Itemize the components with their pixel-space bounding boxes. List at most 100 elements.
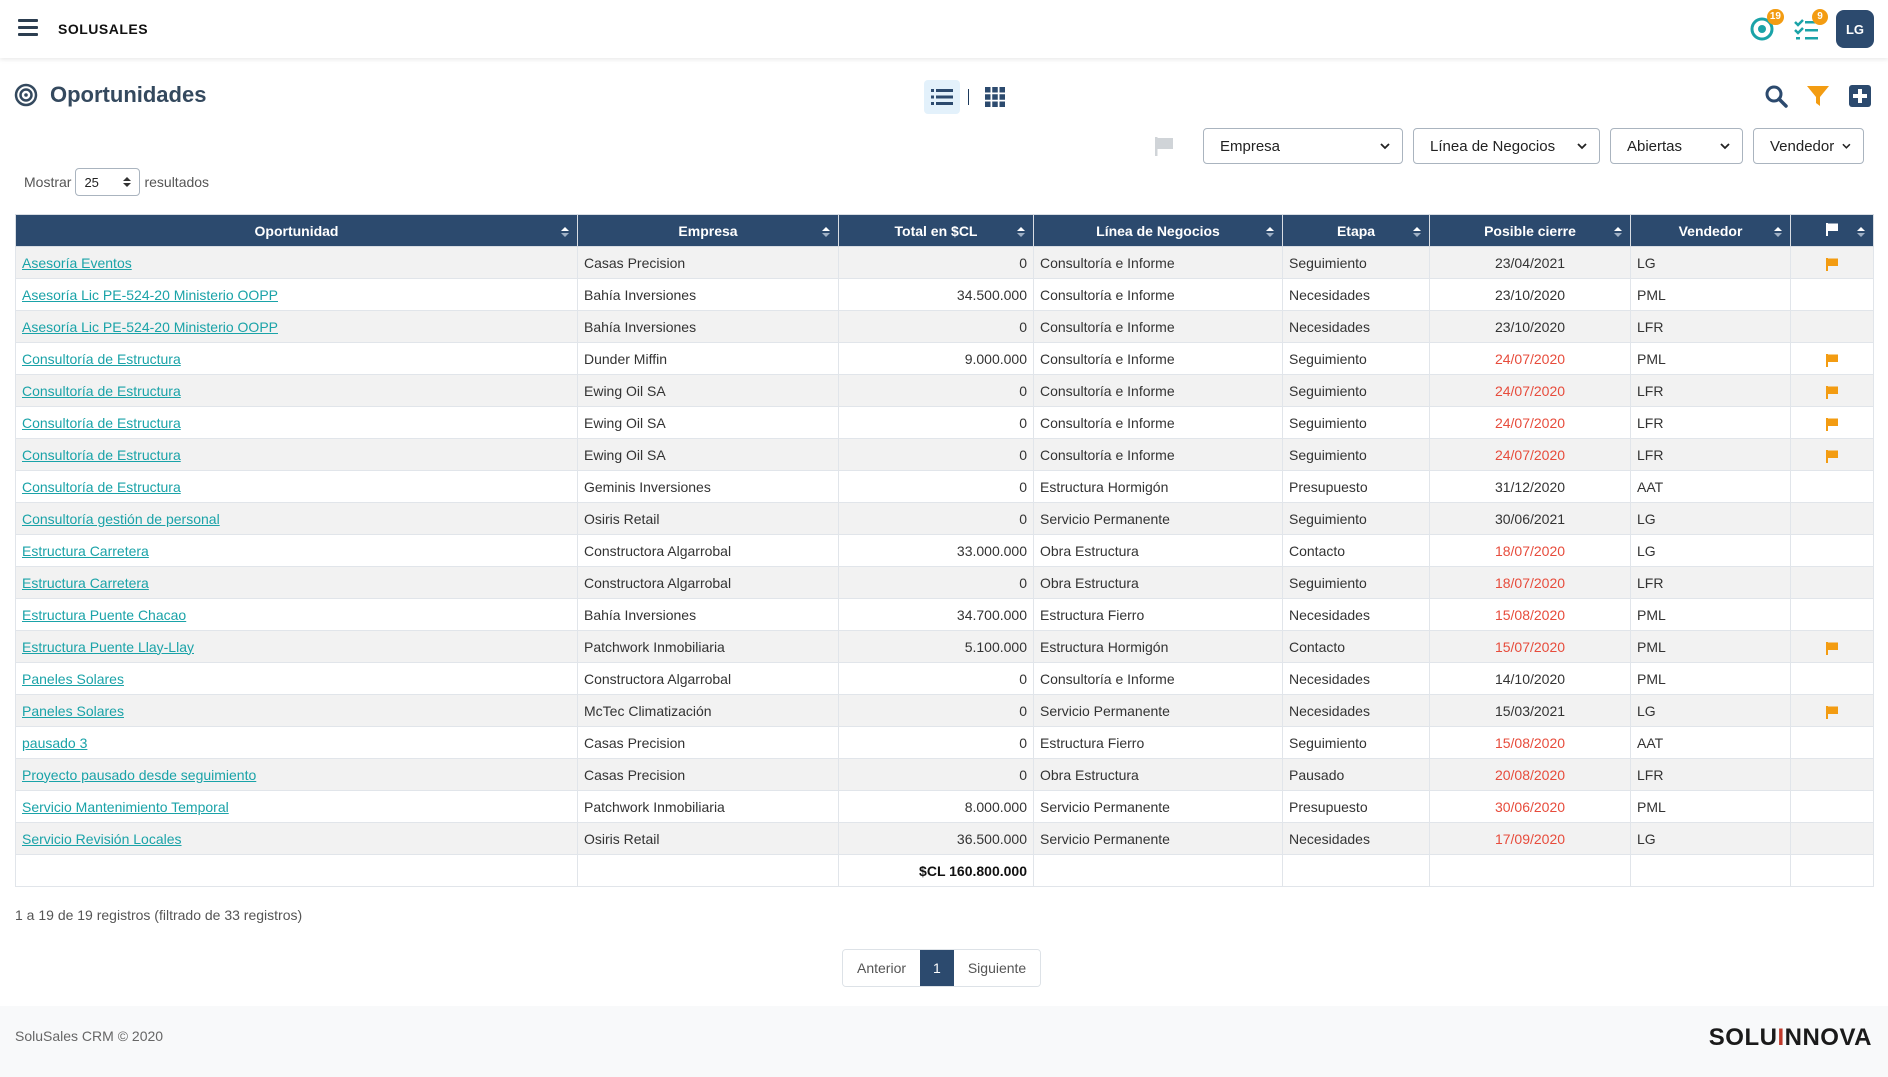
flag-icon[interactable] bbox=[1825, 641, 1839, 655]
cell-linea: Servicio Permanente bbox=[1033, 694, 1283, 727]
flag-filter-icon[interactable] bbox=[1153, 135, 1175, 157]
flag-icon[interactable] bbox=[1825, 353, 1839, 367]
table-row[interactable]: Estructura Carretera Constructora Algarro… bbox=[15, 566, 1874, 599]
opportunity-link[interactable]: Consultoría gestión de personal bbox=[22, 511, 220, 527]
total-cell-empty bbox=[1429, 854, 1631, 887]
table-row[interactable]: Proyecto pausado desde seguimiento Casas … bbox=[15, 758, 1874, 791]
cell-oportunidad: Estructura Carretera bbox=[15, 566, 578, 599]
opportunity-link[interactable]: Servicio Mantenimiento Temporal bbox=[22, 799, 229, 815]
table-row[interactable]: Consultoría de Estructura Ewing Oil SA 0 Co… bbox=[15, 406, 1874, 439]
opportunity-link[interactable]: Asesoría Lic PE-524-20 Ministerio OOPP bbox=[22, 287, 278, 303]
cell-oportunidad: Consultoría de Estructura bbox=[15, 438, 578, 471]
cell-total: 0 bbox=[838, 246, 1034, 279]
search-icon[interactable] bbox=[1764, 84, 1788, 108]
cell-cierre: 23/10/2020 bbox=[1429, 278, 1631, 311]
flag-icon[interactable] bbox=[1825, 385, 1839, 399]
activity-icon[interactable]: 19 bbox=[1748, 9, 1784, 43]
grid-view-button[interactable] bbox=[977, 80, 1013, 114]
table-row[interactable]: Consultoría de Estructura Ewing Oil SA 0 Co… bbox=[15, 438, 1874, 471]
table-row[interactable]: Consultoría de Estructura Ewing Oil SA 0 Co… bbox=[15, 374, 1874, 407]
opportunity-link[interactable]: Estructura Puente Chacao bbox=[22, 607, 186, 623]
grid-icon bbox=[985, 87, 1005, 107]
tasks-icon[interactable]: 9 bbox=[1792, 9, 1828, 43]
page-size-select[interactable]: 25 bbox=[75, 168, 141, 196]
flag-icon[interactable] bbox=[1825, 257, 1839, 271]
col-header-cierre[interactable]: Posible cierre bbox=[1429, 214, 1631, 247]
opportunity-link[interactable]: Consultoría de Estructura bbox=[22, 415, 181, 431]
cell-linea: Obra Estructura bbox=[1033, 566, 1283, 599]
flag-icon[interactable] bbox=[1825, 705, 1839, 719]
vendedor-select-value: Vendedor bbox=[1770, 137, 1835, 155]
opportunity-link[interactable]: Paneles Solares bbox=[22, 703, 124, 719]
vendedor-select[interactable]: Vendedor bbox=[1753, 128, 1864, 164]
table-row[interactable]: Estructura Puente Llay-Llay Patchwork Inm… bbox=[15, 630, 1874, 663]
table-row[interactable]: Consultoría gestión de personal Osiris Re… bbox=[15, 502, 1874, 535]
cell-linea: Consultoría e Informe bbox=[1033, 406, 1283, 439]
page-1-button[interactable]: 1 bbox=[920, 950, 954, 986]
estado-select[interactable]: Abiertas bbox=[1610, 128, 1743, 164]
opportunity-link[interactable]: pausado 3 bbox=[22, 735, 87, 751]
table-row[interactable]: pausado 3 Casas Precision 0 Estructura Fier… bbox=[15, 726, 1874, 759]
opportunity-link[interactable]: Servicio Revisión Locales bbox=[22, 831, 182, 847]
table-row[interactable]: Servicio Mantenimiento Temporal Patchwork… bbox=[15, 790, 1874, 823]
col-header-total[interactable]: Total en $CL bbox=[838, 214, 1034, 247]
opportunity-link[interactable]: Asesoría Lic PE-524-20 Ministerio OOPP bbox=[22, 319, 278, 335]
col-header-etapa[interactable]: Etapa bbox=[1282, 214, 1430, 247]
col-header-vendedor[interactable]: Vendedor bbox=[1630, 214, 1791, 247]
col-header-empresa[interactable]: Empresa bbox=[577, 214, 839, 247]
table-row[interactable]: Servicio Revisión Locales Osiris Retail 36… bbox=[15, 822, 1874, 855]
cell-cierre: 24/07/2020 bbox=[1429, 438, 1631, 471]
cell-empresa: Bahía Inversiones bbox=[577, 310, 839, 343]
total-cell-empty bbox=[1033, 854, 1283, 887]
list-view-button[interactable] bbox=[924, 80, 960, 114]
cell-cierre: 24/07/2020 bbox=[1429, 406, 1631, 439]
cell-oportunidad: Asesoría Lic PE-524-20 Ministerio OOPP bbox=[15, 278, 578, 311]
empresa-select[interactable]: Empresa bbox=[1203, 128, 1403, 164]
cell-flag bbox=[1790, 502, 1874, 535]
user-avatar[interactable]: LG bbox=[1836, 10, 1874, 48]
activity-badge: 19 bbox=[1766, 9, 1784, 25]
opportunity-link[interactable]: Estructura Carretera bbox=[22, 575, 149, 591]
opportunity-link[interactable]: Consultoría de Estructura bbox=[22, 351, 181, 367]
table-row[interactable]: Asesoría Eventos Casas Precision 0 Consulto… bbox=[15, 246, 1874, 279]
table-row[interactable]: Consultoría de Estructura Dunder Miffin 9.… bbox=[15, 342, 1874, 375]
table-row[interactable]: Paneles Solares McTec Climatización 0 Servi… bbox=[15, 694, 1874, 727]
opportunity-link[interactable]: Consultoría de Estructura bbox=[22, 479, 181, 495]
table-row[interactable]: Estructura Puente Chacao Bahía Inversione… bbox=[15, 598, 1874, 631]
add-icon[interactable] bbox=[1848, 84, 1872, 108]
opportunity-link[interactable]: Consultoría de Estructura bbox=[22, 447, 181, 463]
opportunity-link[interactable]: Asesoría Eventos bbox=[22, 255, 132, 271]
cell-etapa: Seguimiento bbox=[1282, 438, 1430, 471]
cell-flag bbox=[1790, 630, 1874, 663]
flag-icon[interactable] bbox=[1825, 449, 1839, 463]
col-header-flag[interactable] bbox=[1790, 214, 1874, 247]
opportunity-link[interactable]: Paneles Solares bbox=[22, 671, 124, 687]
cell-total: 33.000.000 bbox=[838, 534, 1034, 567]
linea-select-value: Línea de Negocios bbox=[1430, 137, 1556, 155]
brand-logo[interactable]: SOLUSALES bbox=[58, 21, 148, 37]
menu-icon[interactable] bbox=[18, 19, 38, 37]
table-row[interactable]: Asesoría Lic PE-524-20 Ministerio OOPP Ba… bbox=[15, 278, 1874, 311]
cell-flag bbox=[1790, 534, 1874, 567]
cell-cierre: 31/12/2020 bbox=[1429, 470, 1631, 503]
flag-icon[interactable] bbox=[1825, 417, 1839, 431]
sort-icon bbox=[1266, 227, 1274, 237]
table-row[interactable]: Estructura Carretera Constructora Algarro… bbox=[15, 534, 1874, 567]
cell-vendedor: LG bbox=[1630, 694, 1791, 727]
filter-icon[interactable] bbox=[1806, 84, 1830, 108]
next-page-button[interactable]: Siguiente bbox=[953, 950, 1041, 986]
opportunity-link[interactable]: Estructura Puente Llay-Llay bbox=[22, 639, 194, 655]
col-header-oportunidad[interactable]: Oportunidad bbox=[15, 214, 578, 247]
sort-icon bbox=[822, 227, 830, 237]
table-header-row: Oportunidad Empresa Total en $CL Línea de N… bbox=[15, 214, 1874, 247]
opportunity-link[interactable]: Estructura Carretera bbox=[22, 543, 149, 559]
table-row[interactable]: Paneles Solares Constructora Algarrobal 0 C… bbox=[15, 662, 1874, 695]
opportunity-link[interactable]: Consultoría de Estructura bbox=[22, 383, 181, 399]
cell-cierre: 30/06/2020 bbox=[1429, 790, 1631, 823]
previous-page-button[interactable]: Anterior bbox=[843, 950, 921, 986]
table-row[interactable]: Asesoría Lic PE-524-20 Ministerio OOPP Ba… bbox=[15, 310, 1874, 343]
table-row[interactable]: Consultoría de Estructura Geminis Inversi… bbox=[15, 470, 1874, 503]
linea-negocios-select[interactable]: Línea de Negocios bbox=[1413, 128, 1600, 164]
col-header-linea[interactable]: Línea de Negocios bbox=[1033, 214, 1283, 247]
opportunity-link[interactable]: Proyecto pausado desde seguimiento bbox=[22, 767, 256, 783]
